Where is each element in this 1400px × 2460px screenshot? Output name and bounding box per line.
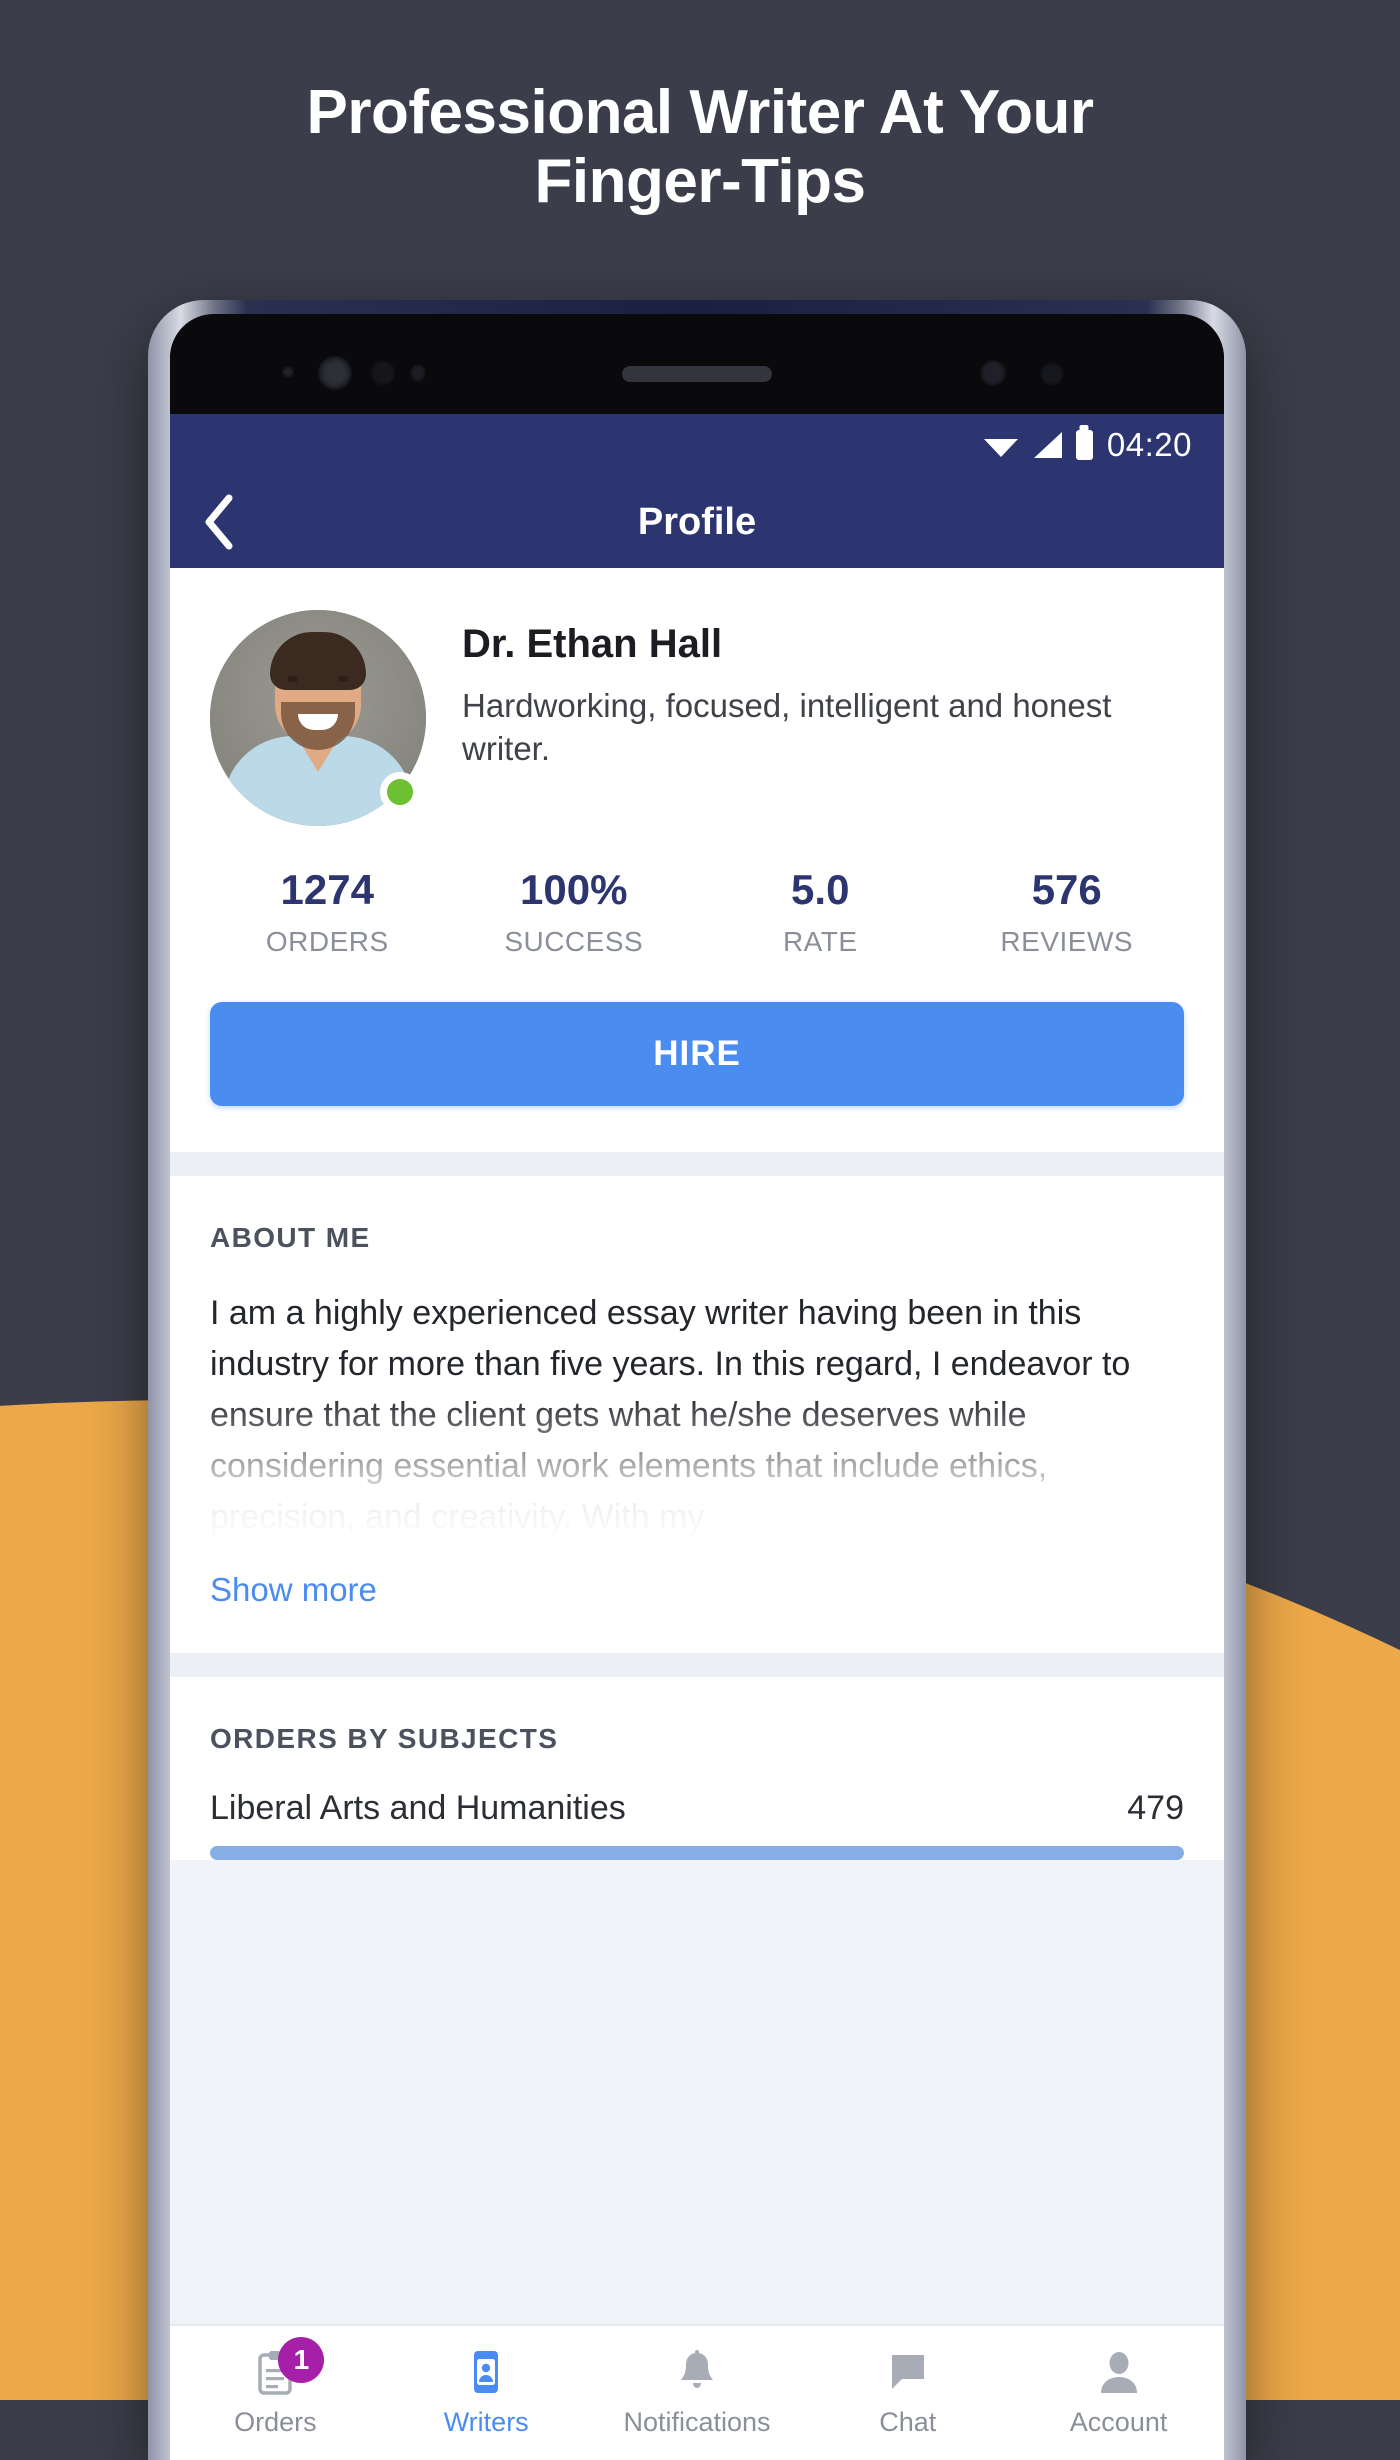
subject-progress-fill [210, 1846, 1184, 1860]
battery-icon [1075, 430, 1093, 460]
profile-header: Dr. Ethan Hall Hardworking, focused, int… [170, 568, 1224, 826]
nav-label: Notifications [623, 2406, 771, 2437]
subject-name: Liberal Arts and Humanities [210, 1789, 626, 1827]
sensor-dot-icon [282, 366, 294, 378]
stat-label: SUCCESS [504, 926, 644, 957]
about-me-text-wrapper: I am a highly experienced essay writer h… [210, 1288, 1184, 1543]
nav-label: Writers [443, 2406, 529, 2437]
orders-badge: 1 [278, 2336, 325, 2383]
front-camera-icon [320, 358, 350, 388]
profile-bio: Hardworking, focused, intelligent and ho… [462, 687, 1112, 767]
phone-sensor-strip [170, 314, 1224, 414]
stat-rate: 5.0 RATE [697, 866, 944, 958]
show-more-link[interactable]: Show more [210, 1571, 377, 1609]
phone-screen-bezel: 04:20 Profile Dr. Ethan Hall Hardworking… [170, 314, 1224, 2460]
app-bar: Profile [170, 476, 1224, 568]
contact-card-icon [463, 2349, 509, 2395]
chevron-left-icon [205, 494, 233, 550]
page-title: Professional Writer At Your Finger-Tips [0, 78, 1400, 217]
stat-value: 1274 [280, 866, 374, 913]
nav-item-writers[interactable]: Writers [381, 2349, 592, 2438]
profile-stats: 1274 ORDERS 100% SUCCESS 5.0 RATE 576 RE… [170, 826, 1224, 966]
about-me-section: ABOUT ME I am a highly experienced essay… [170, 1176, 1224, 1653]
led-indicator-icon [1040, 362, 1064, 386]
back-button[interactable] [170, 494, 266, 550]
subject-count: 479 [1127, 1789, 1184, 1827]
nav-label: Orders [234, 2406, 317, 2437]
wifi-icon [983, 439, 1018, 457]
stat-orders: 1274 ORDERS [204, 866, 451, 958]
stat-value: 576 [1031, 866, 1102, 913]
person-icon [1096, 2349, 1142, 2395]
profile-card: Dr. Ethan Hall Hardworking, focused, int… [170, 568, 1224, 1152]
nav-item-notifications[interactable]: Notifications [592, 2349, 803, 2438]
section-divider [170, 1653, 1224, 1677]
app-bar-title: Profile [637, 500, 757, 543]
online-status-indicator [380, 772, 420, 812]
nav-label: Account [1069, 2406, 1168, 2437]
earpiece-speaker-icon [622, 366, 772, 382]
light-sensor-icon [410, 364, 426, 382]
stat-value: 100% [520, 866, 628, 913]
iris-scanner-icon [980, 360, 1006, 386]
headline-line-2: Finger-Tips [534, 147, 866, 217]
orders-by-subjects-section: ORDERS BY SUBJECTS Liberal Arts and Huma… [170, 1677, 1224, 1860]
hire-button[interactable]: HIRE [210, 1002, 1184, 1106]
subject-row[interactable]: Liberal Arts and Humanities 479 [210, 1789, 1184, 1860]
nav-item-chat[interactable]: Chat [802, 2349, 1013, 2438]
hire-button-wrapper: HIRE [170, 966, 1224, 1152]
app-screen: 04:20 Profile Dr. Ethan Hall Hardworking… [170, 414, 1224, 2460]
stat-label: ORDERS [265, 926, 389, 957]
about-me-text: I am a highly experienced essay writer h… [210, 1294, 1131, 1536]
nav-label: Chat [879, 2406, 937, 2437]
chat-bubble-icon [885, 2349, 931, 2395]
status-bar: 04:20 [170, 414, 1224, 476]
phone-frame: 04:20 Profile Dr. Ethan Hall Hardworking… [148, 300, 1246, 2460]
proximity-sensor-icon [370, 360, 396, 386]
scroll-content: Dr. Ethan Hall Hardworking, focused, int… [170, 568, 1224, 2324]
headline-line-1: Professional Writer At Your [306, 78, 1094, 147]
nav-item-account[interactable]: Account [1013, 2349, 1224, 2438]
about-me-title: ABOUT ME [210, 1222, 371, 1253]
orders-by-subjects-title: ORDERS BY SUBJECTS [210, 1723, 559, 1754]
stat-reviews: 576 REVIEWS [944, 866, 1191, 958]
subject-progress-track [210, 1846, 1184, 1860]
clipboard-icon: 1 [252, 2336, 325, 2395]
cellular-signal-icon [1033, 432, 1062, 458]
profile-name: Dr. Ethan Hall [462, 622, 723, 666]
avatar-wrapper [210, 610, 426, 826]
stat-label: REVIEWS [1000, 926, 1134, 957]
stat-label: RATE [782, 926, 858, 957]
bottom-navigation: 1 Orders Writers Notifications Chat Acco… [170, 2324, 1224, 2460]
section-divider [170, 1152, 1224, 1176]
profile-meta: Dr. Ethan Hall Hardworking, focused, int… [462, 610, 1184, 826]
nav-item-orders[interactable]: 1 Orders [170, 2336, 381, 2438]
stat-value: 5.0 [791, 866, 850, 913]
stat-success: 100% SUCCESS [451, 866, 698, 958]
bell-icon [674, 2349, 720, 2395]
status-time: 04:20 [1106, 426, 1192, 463]
